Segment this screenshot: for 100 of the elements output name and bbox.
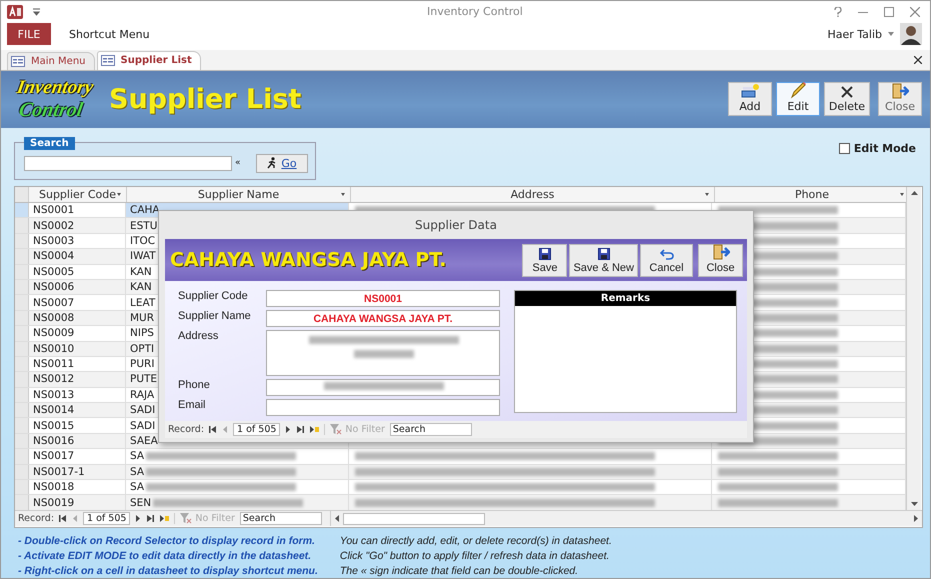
- record-selector[interactable]: [15, 388, 29, 402]
- record-selector[interactable]: [15, 326, 29, 340]
- table-cell: SADI: [130, 420, 156, 432]
- record-selector[interactable]: [15, 480, 29, 494]
- table-cell: SA: [130, 481, 144, 494]
- table-cell: SA: [130, 450, 144, 462]
- table-cell: NS0007: [29, 295, 126, 310]
- help-note: Click "Go" button to apply filter / refresh data in datasheet.: [340, 548, 610, 563]
- record-label: Record:: [18, 513, 54, 524]
- save-and-new-button[interactable]: Save & New: [569, 244, 638, 276]
- help-note: You can directly add, edit, or delete record(s) in datasheet.: [340, 534, 612, 548]
- edit-button[interactable]: Edit: [776, 82, 820, 116]
- field-label: Supplier Name: [178, 310, 252, 324]
- search-field[interactable]: Search: [240, 512, 322, 526]
- record-selector[interactable]: [15, 218, 29, 233]
- new-record-icon: [309, 425, 320, 434]
- user-name[interactable]: Haer Talib: [827, 28, 882, 41]
- table-cell: ESTU: [130, 220, 158, 232]
- record-selector[interactable]: [15, 434, 29, 448]
- record-selector[interactable]: [15, 280, 29, 294]
- close-button[interactable]: Close: [698, 244, 743, 276]
- new-record-icon: [159, 514, 170, 524]
- table-cell: NS0018: [29, 480, 126, 494]
- table-cell: NS0011: [29, 356, 126, 372]
- record-selector[interactable]: [15, 310, 29, 326]
- scroll-left-icon: [334, 515, 339, 522]
- help-note: - Right-click on a cell in datasheet to display shortcut menu.: [18, 564, 318, 578]
- table-cell: NS0016: [29, 434, 126, 448]
- table-cell: RAJA: [130, 388, 154, 401]
- table-cell: PURI: [130, 358, 154, 370]
- record-number-field[interactable]: 1 of 505: [83, 512, 130, 526]
- last-record-icon: [146, 514, 154, 524]
- record-selector[interactable]: [15, 234, 29, 248]
- record-number-field[interactable]: 1 of 505: [233, 423, 280, 436]
- search-field[interactable]: Search: [390, 423, 472, 436]
- previous-record-icon: [72, 514, 78, 524]
- document-tab[interactable]: Supplier List: [96, 50, 201, 70]
- delete-button[interactable]: Delete: [824, 82, 870, 116]
- record-selector[interactable]: [15, 464, 29, 480]
- record-selector[interactable]: [15, 202, 29, 218]
- scroll-right-icon: [914, 515, 918, 522]
- vertical-scrollbar[interactable]: [906, 186, 921, 510]
- record-selector[interactable]: [15, 356, 29, 372]
- form-icon: [100, 55, 115, 66]
- table-cell: NS0006: [29, 280, 126, 294]
- column-header[interactable]: Supplier Name: [127, 186, 351, 202]
- column-header[interactable]: Supplier Code: [29, 186, 127, 202]
- table-cell: SADI: [130, 404, 156, 416]
- record-selector[interactable]: [15, 418, 29, 433]
- undo-arrow-icon: [660, 248, 674, 260]
- edit-mode-checkbox[interactable]: Edit Mode: [838, 142, 916, 155]
- remarks-field[interactable]: Remarks: [514, 290, 737, 413]
- help-icon: [834, 6, 842, 17]
- last-record-icon: [296, 425, 304, 434]
- page-title: Supplier List: [109, 84, 302, 115]
- table-cell: LEAT: [130, 296, 156, 309]
- record-selector[interactable]: [15, 342, 29, 356]
- record-heading: CAHAYA WANGSA JAYA PT.: [170, 249, 446, 271]
- record-selector[interactable]: [15, 372, 29, 387]
- save-button[interactable]: Save: [522, 244, 568, 276]
- input-field[interactable]: [266, 399, 500, 416]
- table-cell: SA: [130, 466, 144, 478]
- first-record-icon: [209, 425, 218, 434]
- table-cell: NS0014: [29, 403, 126, 418]
- table-cell: OPTI: [130, 342, 154, 355]
- record-selector[interactable]: [15, 295, 29, 310]
- table-cell: NS0010: [29, 342, 126, 356]
- record-selector[interactable]: [15, 449, 29, 464]
- go-button[interactable]: Go: [256, 154, 308, 173]
- file-tab[interactable]: FILE: [7, 23, 51, 46]
- table-cell: NS0003: [29, 234, 126, 248]
- scroll-up-icon: [910, 190, 918, 195]
- filter-icon: [180, 513, 192, 524]
- record-selector[interactable]: [15, 249, 29, 264]
- record-selector[interactable]: [15, 495, 29, 510]
- input-field[interactable]: [266, 379, 500, 396]
- input-field[interactable]: [266, 330, 500, 376]
- ribbon-tab[interactable]: Shortcut Menu: [69, 28, 150, 41]
- next-record-icon: [135, 514, 142, 524]
- input-field[interactable]: CAHAYA WANGSA JAYA PT.: [266, 310, 500, 327]
- table-cell: NS0005: [29, 264, 126, 279]
- help-note: - Double-click on Record Selector to display record in form.: [18, 534, 316, 548]
- door-exit-icon: [891, 83, 909, 100]
- close-document-icon: [914, 56, 922, 64]
- add-button[interactable]: Add: [728, 82, 772, 116]
- column-header[interactable]: Address: [351, 186, 715, 202]
- cancel-button[interactable]: Cancel: [640, 244, 693, 276]
- select-all-corner[interactable]: [15, 186, 29, 202]
- document-tab[interactable]: Main Menu: [7, 52, 95, 70]
- table-cell: NS0012: [29, 372, 126, 387]
- record-selector[interactable]: [15, 403, 29, 418]
- search-field[interactable]: [24, 156, 232, 171]
- table-cell: SEN: [130, 496, 152, 509]
- input-field[interactable]: NS0001: [266, 290, 500, 307]
- record-selector[interactable]: [15, 264, 29, 279]
- running-man-icon: [267, 157, 278, 170]
- table-cell: KAN: [130, 281, 152, 294]
- close-button[interactable]: Close: [878, 82, 922, 116]
- filter-icon: [330, 424, 342, 435]
- table-cell: MUR: [130, 312, 154, 324]
